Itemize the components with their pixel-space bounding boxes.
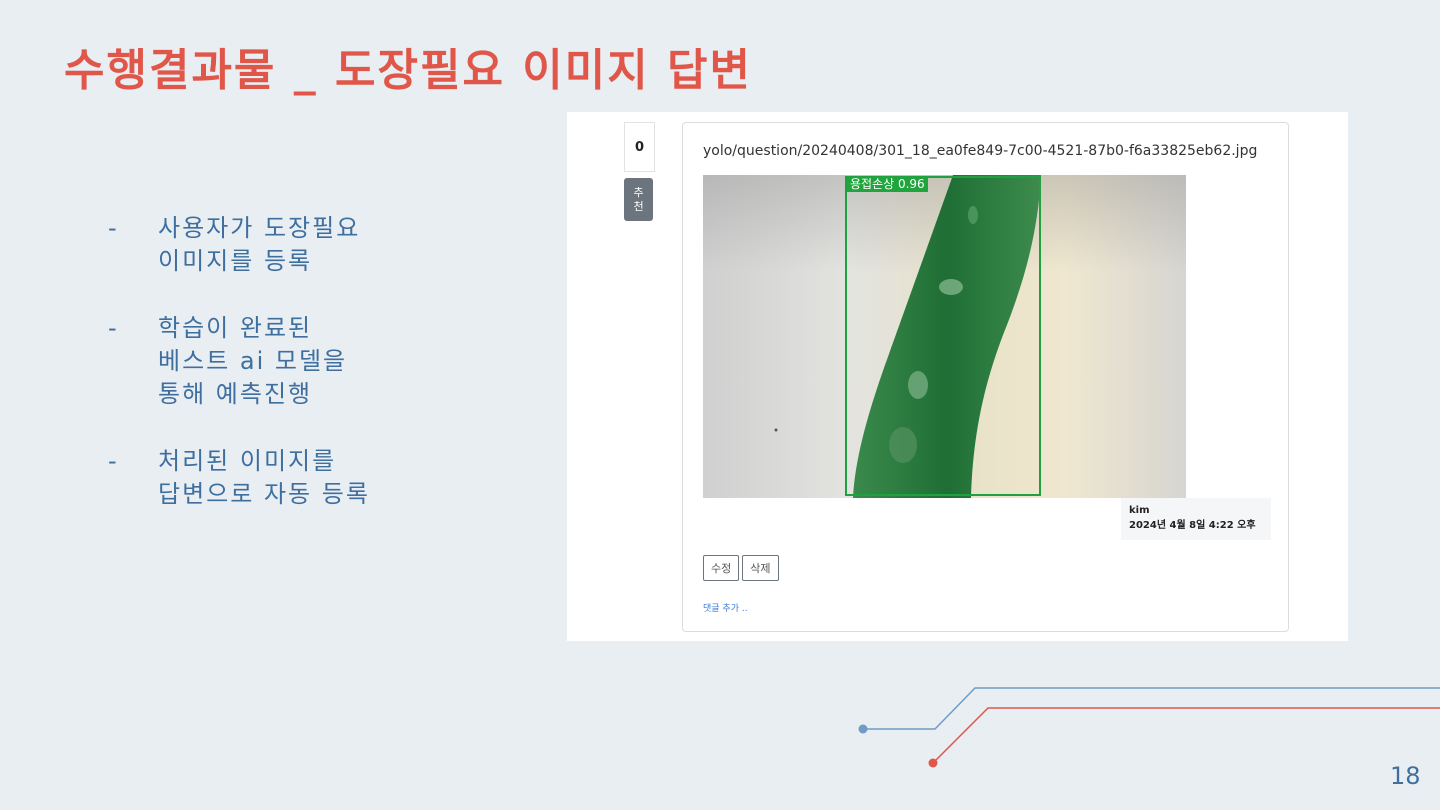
red-dot [928, 758, 938, 768]
decorative-lines [858, 687, 1440, 768]
blue-dot [858, 724, 868, 734]
page-number: 18 [1390, 762, 1421, 790]
red-line [932, 707, 1440, 764]
